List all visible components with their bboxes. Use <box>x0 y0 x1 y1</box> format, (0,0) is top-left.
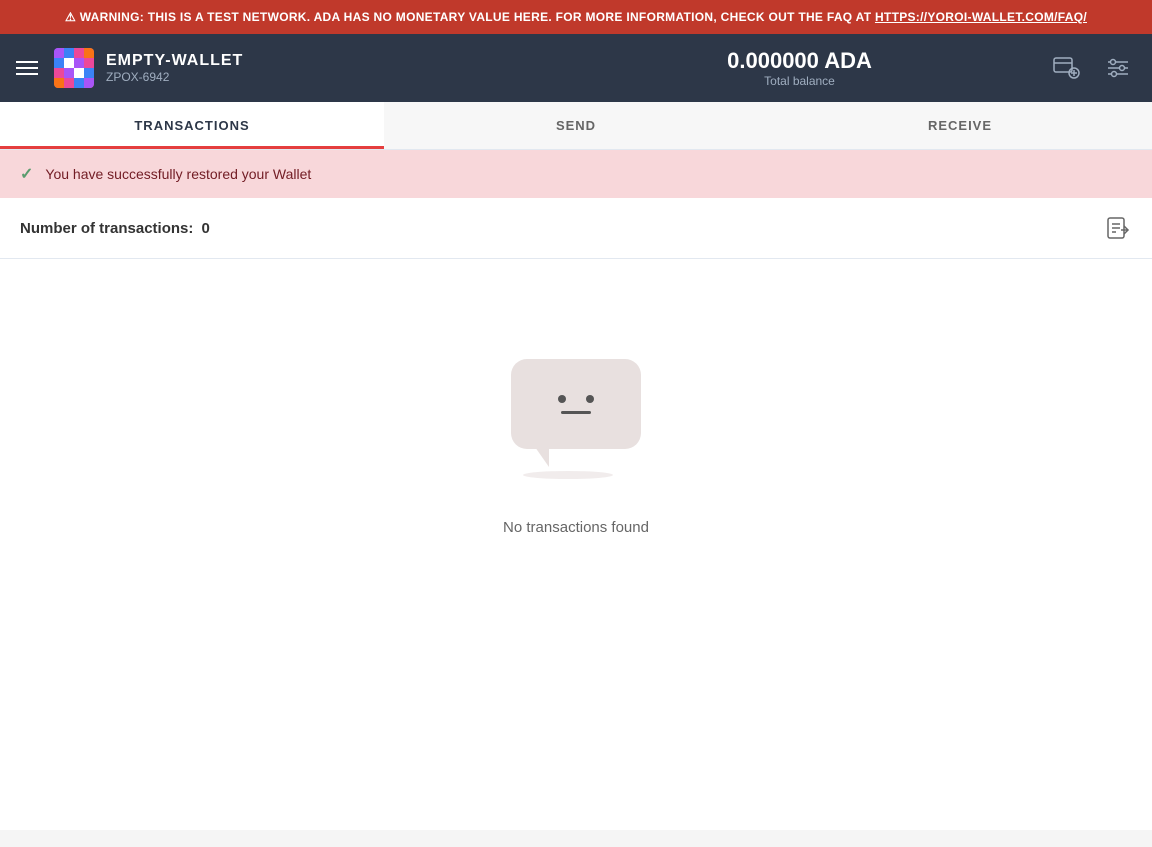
tab-transactions[interactable]: TRANSACTIONS <box>0 102 384 149</box>
empty-illustration <box>496 339 656 499</box>
send-receive-icon-button[interactable] <box>1048 50 1084 86</box>
wallet-name: EMPTY-WALLET <box>106 52 243 70</box>
sidebar-toggle-button[interactable] <box>16 61 38 75</box>
wallet-info: EMPTY-WALLET ZPOX-6942 <box>54 48 551 88</box>
success-banner: ✓ You have successfully restored your Wa… <box>0 150 1152 198</box>
shadow-decoration <box>523 471 613 479</box>
bubble-mouth <box>561 411 591 414</box>
bubble-eye-right <box>586 395 594 403</box>
transactions-count: Number of transactions: 0 <box>20 220 210 237</box>
transactions-count-value: 0 <box>202 220 210 237</box>
header: EMPTY-WALLET ZPOX-6942 0.000000 ADA Tota… <box>0 34 1152 102</box>
success-check-icon: ✓ <box>20 164 33 184</box>
bubble-eyes <box>558 395 594 403</box>
transactions-count-label: Number of transactions: <box>20 220 193 237</box>
tab-receive[interactable]: RECEIVE <box>768 102 1152 149</box>
export-button[interactable] <box>1104 214 1132 242</box>
tab-send[interactable]: SEND <box>384 102 768 149</box>
header-actions <box>1048 50 1136 86</box>
warning-link[interactable]: HTTPS://YOROI-WALLET.COM/FAQ/ <box>875 10 1087 24</box>
balance-label: Total balance <box>551 74 1048 88</box>
wallet-avatar <box>54 48 94 88</box>
transactions-header: Number of transactions: 0 <box>0 198 1152 259</box>
bubble-eye-left <box>558 395 566 403</box>
warning-text: WARNING: THIS IS A TEST NETWORK. ADA HAS… <box>80 10 875 24</box>
main-content: ✓ You have successfully restored your Wa… <box>0 150 1152 830</box>
empty-transactions-text: No transactions found <box>503 519 649 536</box>
wallet-id: ZPOX-6942 <box>106 70 243 84</box>
balance-section: 0.000000 ADA Total balance <box>551 48 1048 88</box>
empty-chat-bubble <box>511 359 641 449</box>
empty-state: No transactions found <box>0 259 1152 616</box>
warning-icon: ⚠ <box>65 10 76 24</box>
warning-banner: ⚠ WARNING: THIS IS A TEST NETWORK. ADA H… <box>0 0 1152 34</box>
filter-settings-icon-button[interactable] <box>1100 50 1136 86</box>
balance-amount: 0.000000 ADA <box>551 48 1048 74</box>
wallet-text: EMPTY-WALLET ZPOX-6942 <box>106 52 243 84</box>
tabs: TRANSACTIONS SEND RECEIVE <box>0 102 1152 150</box>
success-message: You have successfully restored your Wall… <box>45 166 311 182</box>
